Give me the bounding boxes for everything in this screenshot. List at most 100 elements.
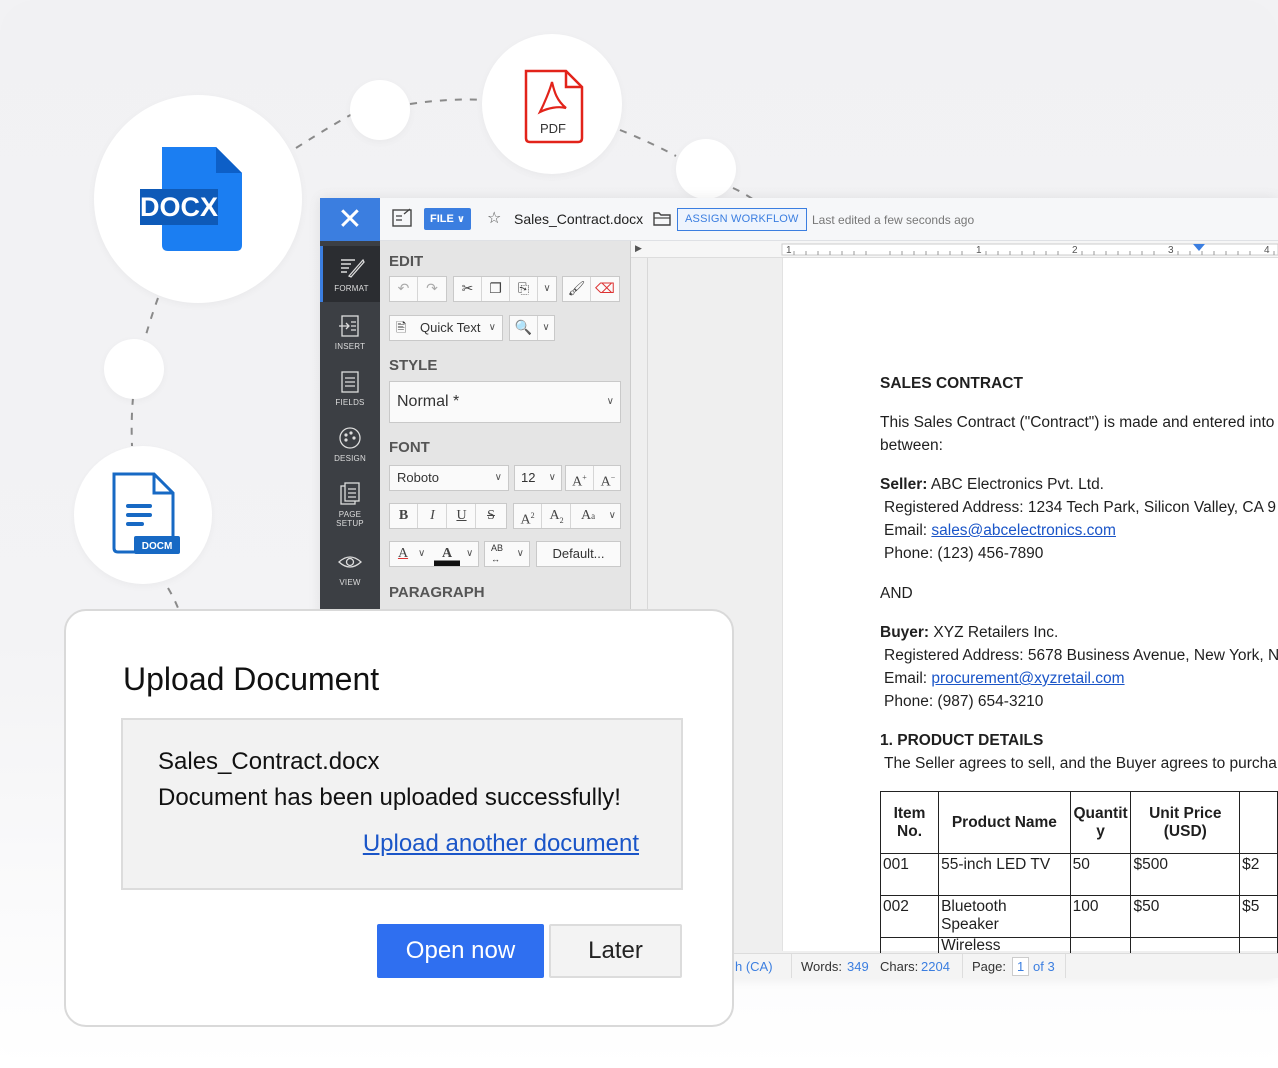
default-font-button[interactable]: Default... bbox=[536, 541, 621, 567]
words-count: 349 bbox=[847, 959, 869, 974]
spacing-dropdown[interactable]: AB ↔ ∨ bbox=[484, 541, 530, 567]
highlight-chevron-down-icon[interactable]: ∨ bbox=[466, 542, 473, 566]
buyer-email-link[interactable]: procurement@xyzretail.com bbox=[931, 670, 1124, 687]
redo-icon[interactable]: ↷ bbox=[418, 277, 446, 301]
pdf-bubble: PDF bbox=[482, 34, 622, 174]
document-page[interactable]: SALES CONTRACT This Sales Contract ("Con… bbox=[782, 258, 1278, 958]
underline-icon[interactable]: U bbox=[448, 504, 476, 528]
table-cell: 001 bbox=[879, 853, 940, 896]
file-menu-button[interactable]: FILE ∨ bbox=[424, 208, 472, 230]
later-button[interactable]: Later bbox=[549, 924, 682, 978]
nav-insert-label: INSERT bbox=[334, 342, 366, 351]
change-case-chevron-down-icon[interactable]: ∨ bbox=[609, 504, 616, 528]
seller-label: Seller: bbox=[880, 476, 928, 493]
seller-line: Seller: ABC Electronics Pvt. Ltd. bbox=[880, 476, 1104, 494]
header-qty-line2: y bbox=[1096, 822, 1105, 840]
document-name[interactable]: Sales_Contract.docx bbox=[514, 211, 643, 227]
nav-format[interactable]: FORMAT bbox=[320, 246, 380, 302]
paragraph-section-title: PARAGRAPH bbox=[389, 584, 485, 601]
pdf-icon: PDF bbox=[524, 69, 584, 144]
table-cell: 100 bbox=[1069, 895, 1132, 938]
highlight-color-icon[interactable]: A bbox=[434, 542, 460, 566]
insert-icon bbox=[339, 315, 359, 337]
document-heading: SALES CONTRACT bbox=[880, 375, 1023, 392]
style-value: Normal * bbox=[397, 393, 460, 410]
font-size-step-group: A+ A− bbox=[565, 465, 621, 491]
undo-icon[interactable]: ↶ bbox=[390, 277, 418, 301]
cut-icon[interactable]: ✂ bbox=[454, 277, 482, 301]
increase-font-icon[interactable]: A+ bbox=[566, 466, 594, 490]
section-1-heading: 1. PRODUCT DETAILS bbox=[880, 732, 1044, 749]
clipboard-group: ✂ ❐ ⎘ ∨ bbox=[453, 276, 557, 302]
close-button[interactable]: ✕ bbox=[320, 198, 380, 241]
chevron-down-icon: ∨ bbox=[488, 322, 496, 333]
chevron-down-icon: ∨ bbox=[516, 548, 524, 559]
seller-name: ABC Electronics Pvt. Ltd. bbox=[927, 476, 1104, 493]
section-1-text: The Seller agrees to sell, and the Buyer… bbox=[884, 755, 1277, 772]
edit-section-title: EDIT bbox=[389, 253, 424, 270]
italic-icon[interactable]: I bbox=[419, 504, 447, 528]
upload-another-link[interactable]: Upload another document bbox=[363, 830, 639, 858]
svg-text:DOCX: DOCX bbox=[140, 192, 218, 222]
buyer-line: Buyer: XYZ Retailers Inc. bbox=[880, 624, 1058, 642]
folder-icon[interactable] bbox=[653, 211, 671, 226]
horizontal-ruler: ▶ 1 1 2 3 4 bbox=[631, 241, 1278, 258]
nav-page-setup[interactable]: PAGE SETUP bbox=[320, 472, 380, 534]
open-now-button[interactable]: Open now bbox=[377, 924, 544, 978]
table-header-unit-price: Unit Price (USD) bbox=[1130, 791, 1241, 854]
nav-design[interactable]: DESIGN bbox=[320, 416, 380, 472]
font-color-chevron-down-icon[interactable]: ∨ bbox=[418, 542, 425, 566]
subscript-icon[interactable]: A2 bbox=[543, 504, 571, 528]
style-dropdown[interactable]: Normal * ∨ bbox=[389, 381, 621, 423]
nav-insert[interactable]: INSERT bbox=[320, 304, 380, 360]
upload-document-dialog: Upload Document Sales_Contract.docx Docu… bbox=[64, 609, 734, 1027]
svg-text:DOCM: DOCM bbox=[142, 541, 173, 552]
bold-icon[interactable]: B bbox=[390, 504, 418, 528]
nav-view-label: VIEW bbox=[339, 578, 361, 587]
strikethrough-icon[interactable]: S bbox=[477, 504, 505, 528]
dialog-title: Upload Document bbox=[123, 661, 380, 697]
style-section-title: STYLE bbox=[389, 357, 438, 374]
format-tools-group: 🖌 ⌫ bbox=[562, 276, 620, 302]
assign-workflow-button[interactable]: ASSIGN WORKFLOW bbox=[677, 208, 807, 231]
language-status[interactable]: h (CA) bbox=[735, 959, 773, 974]
copy-icon[interactable]: ❐ bbox=[482, 277, 510, 301]
table-cell: $500 bbox=[1130, 853, 1241, 896]
find-icon[interactable]: 🔍 bbox=[510, 316, 538, 340]
font-family-dropdown[interactable]: Roboto ∨ bbox=[389, 465, 509, 491]
undo-redo-group: ↶ ↷ bbox=[389, 276, 447, 302]
nav-fields[interactable]: FIELDS bbox=[320, 360, 380, 416]
ruler-label: 1 bbox=[786, 245, 792, 256]
star-icon[interactable]: ☆ bbox=[487, 208, 501, 227]
intro-line-2: between: bbox=[880, 437, 943, 454]
change-case-icon[interactable]: Aa bbox=[572, 504, 604, 528]
clear-formatting-icon[interactable]: ⌫ bbox=[591, 277, 619, 301]
table-header-row: Item No. Product Name Quantit y Unit Price… bbox=[879, 791, 1278, 854]
paste-icon[interactable]: ⎘ bbox=[510, 277, 538, 301]
quick-text-dropdown[interactable]: 🖹 Quick Text ∨ bbox=[389, 315, 503, 341]
page-number-input[interactable]: 1 bbox=[1012, 957, 1030, 976]
table-cell: 50 bbox=[1069, 853, 1132, 896]
table-cell: 002 bbox=[879, 895, 940, 938]
editor-topbar: ✕ FILE ∨ ☆ Sales_Contract.docx ASSIGN WO… bbox=[320, 198, 1278, 241]
page-total: of 3 bbox=[1033, 959, 1055, 974]
seller-email-link[interactable]: sales@abcelectronics.com bbox=[931, 522, 1116, 539]
nav-view[interactable]: VIEW bbox=[320, 540, 380, 596]
format-painter-icon[interactable]: 🖌 bbox=[563, 277, 591, 301]
quick-text-icon: 🖹 bbox=[396, 320, 407, 335]
ruler-label: 1 bbox=[976, 245, 982, 256]
font-size-dropdown[interactable]: 12 ∨ bbox=[514, 465, 562, 491]
find-chevron-down-icon[interactable]: ∨ bbox=[538, 316, 554, 340]
font-color-icon[interactable]: A bbox=[390, 542, 416, 566]
superscript-icon[interactable]: A2 bbox=[514, 504, 542, 528]
buyer-address: Registered Address: 5678 Business Avenue… bbox=[884, 647, 1278, 664]
document-properties-icon[interactable] bbox=[392, 208, 414, 228]
decrease-font-icon[interactable]: A− bbox=[594, 466, 622, 490]
ruler-label: 4 bbox=[1264, 245, 1270, 256]
paste-options-chevron-icon[interactable]: ∨ bbox=[538, 277, 556, 301]
ruler-ticks: 1 1 2 3 4 bbox=[781, 243, 1278, 256]
table-header-total bbox=[1239, 791, 1278, 854]
header-item-line1: Item bbox=[893, 804, 926, 822]
table-cell: $5 bbox=[1239, 895, 1278, 938]
page-label: Page: bbox=[972, 959, 1006, 974]
